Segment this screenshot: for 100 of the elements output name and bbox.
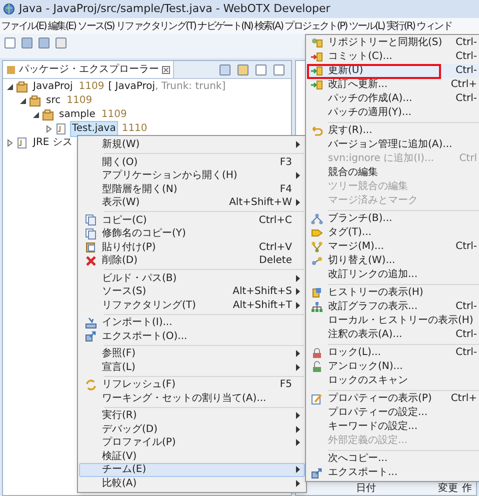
graph-icon (311, 301, 323, 313)
menu-item[interactable]: ブランチ(B)... (306, 212, 479, 226)
menu-item[interactable]: チーム(E) (79, 463, 305, 476)
globe-icon (3, 3, 15, 15)
menu-item[interactable]: リファクタリング(T) Alt+Shift+T (79, 298, 305, 312)
close-icon[interactable] (162, 66, 170, 74)
menu-item[interactable]: ローカル・ヒストリーの表示(H) (306, 314, 479, 328)
delete-icon (85, 254, 97, 267)
menu-item[interactable]: プロパティーの設定... (306, 406, 479, 420)
menu-bar-item[interactable]: ソース(S) (78, 18, 114, 34)
commit-icon (311, 51, 323, 63)
history-icon (311, 287, 323, 299)
menu-item[interactable]: エクスポート... (306, 466, 479, 480)
menu-item[interactable]: 表示(W) Alt+Shift+W (79, 196, 305, 210)
menu-item[interactable]: 比較(A) (79, 476, 305, 490)
menu-item[interactable]: 改訂リンクの追加... (306, 268, 479, 282)
menu-item[interactable]: 参照(F) (79, 347, 305, 360)
menu-item[interactable]: ワーキング・セットの割り当て(A)... (79, 392, 305, 405)
menu-item[interactable]: コピー(C) Ctrl+C (79, 214, 305, 227)
unlock-icon (311, 361, 323, 373)
menu-item[interactable]: タグ(T)... (306, 226, 479, 240)
menu-item[interactable]: 競合の編集 (306, 166, 479, 180)
copy-icon (85, 214, 97, 226)
print-button[interactable] (55, 37, 67, 49)
expand-arrow-icon[interactable] (45, 125, 53, 133)
menu-bar-item[interactable]: ファイル(E) (1, 18, 46, 34)
menu-item[interactable]: 型階層を開く(N) F4 (79, 182, 305, 196)
update-icon (311, 65, 323, 77)
menu-item[interactable]: マージ(M)... Ctrl- (306, 240, 479, 254)
project-folder-icon (16, 137, 28, 149)
menu-item[interactable]: 検証(V) (79, 450, 305, 463)
tree-item[interactable]: src (44, 93, 63, 109)
menu-item[interactable]: 戻す(R)... (306, 124, 479, 138)
tree-item[interactable]: sample (57, 107, 98, 123)
menu-item[interactable]: バージョン管理に追加(A)... (306, 138, 479, 152)
tree-item[interactable]: JavaProj (31, 79, 75, 95)
menu-item[interactable]: 削除(D) Delete (79, 254, 305, 268)
menu-item[interactable]: デバッグ(D) (79, 422, 305, 436)
tag-icon (311, 227, 323, 239)
java-file-icon (55, 123, 67, 135)
menu-item[interactable]: プロパティーの表示(P) Ctrl+ (306, 392, 479, 406)
menu-item[interactable]: ヒストリーの表示(H) (306, 286, 479, 300)
package-icon (42, 109, 54, 121)
menu-item[interactable]: 新規(W) (79, 138, 305, 152)
menu-item[interactable]: 宣言(L) (79, 360, 305, 374)
menu-item[interactable]: 切り替え(W)... (306, 254, 479, 268)
menu-bar-item[interactable]: 実行(R) (386, 18, 415, 34)
maximize-button[interactable] (273, 64, 285, 76)
menu-bar-item[interactable]: 検索(A) (254, 18, 283, 34)
copy-icon (85, 228, 97, 240)
expand-arrow-icon[interactable] (32, 111, 40, 119)
menu-item[interactable]: プロファイル(P) (79, 436, 305, 450)
menu-item[interactable]: ロック(L)... Ctrl- (306, 346, 479, 360)
new-file-button[interactable] (4, 37, 16, 49)
save-button[interactable] (21, 37, 33, 49)
menu-item[interactable]: インポート(I)... (79, 316, 305, 330)
menu-item[interactable]: キーワードの設定... (306, 420, 479, 434)
menu-item[interactable]: ソース(S) Alt+Shift+S (79, 285, 305, 298)
view-tab[interactable]: パッケージ・エクスプローラー (3, 61, 174, 78)
menu-item[interactable]: 開く(O) F3 (79, 156, 305, 169)
expand-arrow-icon[interactable] (6, 139, 14, 147)
menu-item[interactable]: 貼り付け(P) Ctrl+V (79, 240, 305, 254)
menu-bar-item[interactable]: ウィンド (416, 18, 452, 34)
column-header[interactable]: 変更 (438, 481, 462, 496)
menu-item[interactable]: リフレッシュ(F) F5 (79, 378, 305, 392)
project-folder-icon (16, 81, 28, 93)
menu-bar-item[interactable]: 編集(E) (48, 18, 76, 34)
column-header[interactable]: 作 (462, 481, 472, 496)
expand-arrow-icon[interactable] (6, 83, 14, 91)
branch-icon (311, 213, 323, 225)
collapse-all-button[interactable] (219, 64, 231, 76)
menu-item[interactable]: リポジトリーと同期化(S) Ctrl- (306, 36, 479, 50)
save-all-button[interactable] (38, 37, 50, 49)
menu-item[interactable]: 修飾名のコピー(Y) (79, 227, 305, 240)
menu-item[interactable]: パッチの作成(A)... Ctrl- (306, 92, 479, 106)
menu-item[interactable]: パッチの適用(Y)... (306, 106, 479, 120)
column-header[interactable]: 日付 (356, 481, 438, 496)
export-icon (85, 330, 97, 342)
menu-bar-item[interactable]: ツール(L) (348, 18, 384, 34)
link-editor-button[interactable] (237, 64, 249, 76)
menu-item[interactable]: 注釈の表示(A)... Ctrl- (306, 328, 479, 342)
menu-item[interactable]: 改訂グラフの表示... Ctrl- (306, 300, 479, 314)
revision-number: 1109 (78, 80, 104, 94)
menu-bar-item[interactable]: リファクタリング(T) (116, 18, 196, 34)
menu-item[interactable]: アプリケーションから開く(H) (79, 169, 305, 182)
expand-arrow-icon[interactable] (19, 97, 27, 105)
menu-item[interactable]: コミット(C)... Ctrl- (306, 50, 479, 64)
menu-item[interactable]: ビルド・パス(B) (79, 272, 305, 285)
menu-bar-item[interactable]: プロジェクト(P) (284, 18, 347, 34)
tree-item[interactable]: JRE シス (31, 135, 74, 151)
menu-item[interactable]: 実行(R) (79, 409, 305, 422)
menu-item[interactable]: エクスポート(O)... (79, 330, 305, 343)
paste-icon (85, 241, 97, 254)
minimize-button[interactable] (255, 64, 267, 76)
menu-item[interactable]: アンロック(N)... (306, 360, 479, 374)
menu-item[interactable]: 改訂へ更新... Ctrl+ (306, 78, 479, 92)
package-icon (6, 64, 16, 74)
menu-bar-item[interactable]: ナビゲート(N) (198, 18, 253, 34)
menu-item[interactable]: ロックのスキャン (306, 374, 479, 388)
menu-item[interactable]: 次へコピー... (306, 452, 479, 466)
